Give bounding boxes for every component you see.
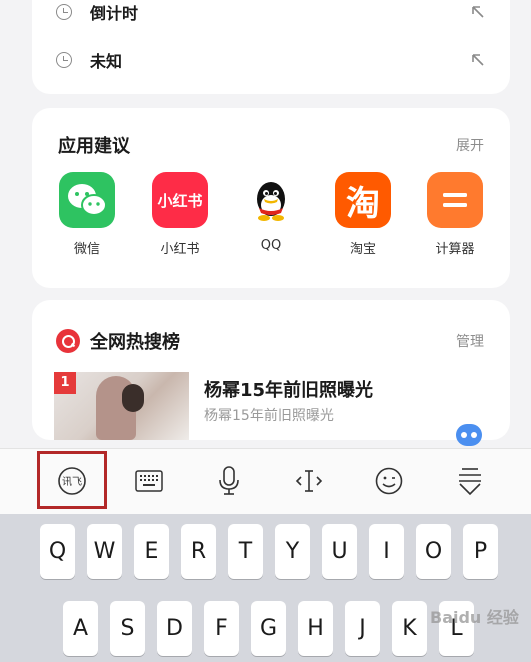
cursor-move-button[interactable] [292,464,326,498]
key-t[interactable]: T [228,524,263,579]
key-s[interactable]: S [110,601,145,656]
key-j[interactable]: J [345,601,380,656]
xiaohongshu-icon: 小红书 [152,172,208,228]
voice-input-button[interactable] [212,464,246,498]
key-k[interactable]: K [392,601,427,656]
photo-figure-hair [122,384,144,412]
fill-query-arrow-icon[interactable] [470,4,486,20]
fill-query-arrow-icon[interactable] [470,52,486,68]
key-f[interactable]: F [204,601,239,656]
keyboard: Q W E R T Y U I O P A S D F G H J K L [0,514,531,662]
calculator-icon [427,172,483,228]
qq-icon [243,172,299,228]
microphone-icon [219,466,239,495]
assistant-bubble-icon[interactable] [456,424,482,446]
history-item-unknown[interactable]: 未知 [56,48,486,72]
key-q[interactable]: Q [40,524,75,579]
hot-item-headline[interactable]: 杨幂15年前旧照曝光 [204,376,373,402]
hot-item-subtitle: 杨幂15年前旧照曝光 [204,408,334,424]
section-title: 全网热搜榜 [90,332,180,353]
rank-badge: 1 [54,372,76,394]
app-name: 计算器 [435,242,475,257]
app-name: 微信 [73,242,100,257]
app-xiaohongshu[interactable]: 小红书 小红书 [150,172,210,257]
wechat-icon [59,172,115,228]
clock-icon [56,4,72,20]
collapse-keyboard-button[interactable] [453,464,487,498]
baidu-jingyan-watermark: Baidu 经验 [430,608,519,627]
app-suggestion-list: 微信 小红书 小红书 QQ 淘 淘宝 计算器 [57,172,489,258]
history-item-countdown[interactable]: 倒计时 [56,0,486,24]
hot-search-card: 全网热搜榜 管理 1 杨幂15年前旧照曝光 杨幂15年前旧照曝光 [32,300,510,440]
emoji-button[interactable] [372,464,406,498]
history-card: 倒计时 未知 [32,0,510,94]
key-o[interactable]: O [416,524,451,579]
manage-link[interactable]: 管理 [456,331,484,351]
highlight-box [37,451,107,509]
key-h[interactable]: H [298,601,333,656]
app-name: 小红书 [160,242,200,257]
taobao-logo-text: 淘 [346,183,380,224]
history-item-label: 未知 [90,52,123,71]
key-w[interactable]: W [87,524,122,579]
app-suggestions-card: 应用建议 展开 微信 小红书 小红书 QQ 淘 淘宝 计算器 [32,108,510,288]
app-name: QQ [260,238,282,253]
key-g[interactable]: G [251,601,286,656]
hot-search-logo-icon [56,329,80,353]
app-taobao[interactable]: 淘 淘宝 [333,172,393,257]
collapse-keyboard-icon [459,468,481,496]
section-title: 应用建议 [58,136,130,157]
key-e[interactable]: E [134,524,169,579]
key-p[interactable]: P [463,524,498,579]
keyboard-switch-button[interactable] [132,464,166,498]
app-qq[interactable]: QQ [241,172,301,253]
key-d[interactable]: D [157,601,192,656]
key-r[interactable]: R [181,524,216,579]
expand-link[interactable]: 展开 [456,135,484,155]
xiaohongshu-logo-text: 小红书 [157,191,203,210]
text-cursor-icon [295,470,323,492]
app-name: 淘宝 [349,242,376,257]
emoji-icon [375,467,403,495]
app-wechat[interactable]: 微信 [57,172,117,257]
taobao-icon: 淘 [335,172,391,228]
key-u[interactable]: U [322,524,357,579]
key-a[interactable]: A [63,601,98,656]
app-calculator[interactable]: 计算器 [425,172,485,257]
key-y[interactable]: Y [275,524,310,579]
clock-icon [56,52,72,68]
key-i[interactable]: I [369,524,404,579]
history-item-label: 倒计时 [90,4,139,23]
keyboard-icon [135,470,163,492]
